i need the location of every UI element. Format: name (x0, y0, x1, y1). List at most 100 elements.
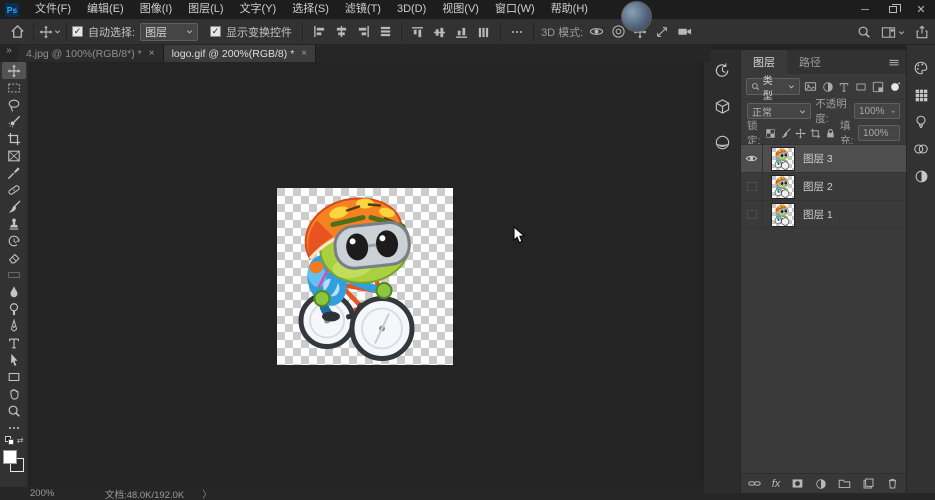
workspace-switcher-icon[interactable] (881, 25, 905, 40)
layer-thumbnail[interactable] (771, 202, 795, 227)
color-panel-icon[interactable] (911, 59, 931, 77)
search-icon[interactable] (857, 25, 871, 39)
panel-menu-icon[interactable] (888, 57, 900, 69)
auto-select-checkbox[interactable]: ✓ (72, 26, 83, 37)
path-selection-tool[interactable] (2, 351, 26, 368)
menu-filter[interactable]: 滤镜(T) (337, 0, 389, 19)
layer-row-1[interactable]: 图层 1 (741, 200, 906, 229)
align-left-icon[interactable] (308, 22, 330, 42)
blur-tool[interactable] (2, 283, 26, 300)
canvas-area[interactable] (29, 62, 703, 487)
filter-shape-layers-icon[interactable] (855, 79, 868, 94)
spot-healing-brush-tool[interactable] (2, 181, 26, 198)
menu-view[interactable]: 视图(V) (434, 0, 487, 19)
visibility-eye-icon[interactable] (741, 144, 763, 173)
pen-tool[interactable] (2, 317, 26, 334)
3d-orbit-icon[interactable] (585, 22, 607, 42)
zoom-tool[interactable] (2, 402, 26, 419)
minimize-button[interactable]: ─ (851, 0, 879, 19)
default-colors-icon[interactable]: ⇄ (4, 436, 24, 448)
delete-layer-icon[interactable] (886, 477, 899, 490)
home-icon[interactable] (6, 22, 28, 42)
gradient-tool[interactable] (2, 266, 26, 283)
brush-tool[interactable] (2, 198, 26, 215)
tab-layers[interactable]: 图层 (741, 50, 787, 74)
tab-paths[interactable]: 路径 (787, 50, 833, 74)
close-tab-icon[interactable]: × (149, 48, 155, 59)
swatches-panel-icon[interactable] (911, 86, 931, 104)
hand-tool[interactable] (2, 385, 26, 402)
libraries-panel-icon[interactable] (911, 140, 931, 158)
lock-image-pixels-icon[interactable] (780, 126, 791, 141)
align-right-icon[interactable] (352, 22, 374, 42)
restore-button[interactable] (879, 0, 907, 19)
eyedropper-tool[interactable] (2, 164, 26, 181)
layer-name[interactable]: 图层 3 (803, 151, 833, 166)
properties-panel-icon[interactable] (709, 130, 735, 154)
type-tool[interactable] (2, 334, 26, 351)
crop-tool[interactable] (2, 130, 26, 147)
move-tool[interactable] (1, 62, 26, 79)
align-bottom-icon[interactable] (452, 21, 472, 43)
eraser-tool[interactable] (2, 249, 26, 266)
visibility-toggle[interactable] (741, 172, 763, 201)
more-options-icon[interactable] (506, 22, 528, 42)
document-image[interactable] (277, 188, 453, 365)
menu-help[interactable]: 帮助(H) (543, 0, 596, 19)
layer-name[interactable]: 图层 2 (803, 179, 833, 194)
3d-slide-icon[interactable] (651, 22, 673, 42)
share-icon[interactable] (915, 25, 929, 39)
foreground-color-swatch[interactable] (2, 450, 17, 464)
swap-colors-icon[interactable]: ⇄ (17, 436, 24, 445)
dodge-tool[interactable] (2, 300, 26, 317)
blend-mode-dropdown[interactable]: 正常 (747, 103, 812, 119)
layer-thumbnail[interactable] (771, 146, 795, 171)
lock-position-icon[interactable] (795, 126, 806, 141)
rectangle-shape-tool[interactable] (2, 368, 26, 385)
toolbar-collapse-icon[interactable]: » (0, 45, 18, 62)
document-tab-logogif[interactable]: logo.gif @ 200%(RGB/8) * × (163, 45, 317, 62)
quick-selection-tool[interactable] (2, 113, 26, 130)
photoshop-logo-icon[interactable]: Ps (5, 2, 19, 17)
layer-row-2[interactable]: 图层 2 (741, 172, 906, 201)
lock-all-icon[interactable] (825, 126, 836, 141)
clone-stamp-tool[interactable] (2, 215, 26, 232)
show-transform-checkbox[interactable]: ✓ (210, 26, 222, 37)
close-tab-icon[interactable]: × (301, 48, 307, 59)
menu-type[interactable]: 文字(Y) (232, 0, 285, 19)
user-avatar[interactable] (621, 1, 652, 32)
edit-toolbar-icon[interactable] (2, 419, 26, 436)
3d-camera-icon[interactable] (673, 22, 695, 42)
document-tab-4jpg[interactable]: 4.jpg @ 100%(RGB/8*) * × (18, 45, 164, 62)
layer-row-3[interactable]: 图层 3 (741, 144, 906, 173)
filter-smart-objects-icon[interactable] (871, 79, 884, 94)
lock-transparent-pixels-icon[interactable] (765, 126, 776, 141)
lasso-tool[interactable] (2, 96, 26, 113)
distribute-vertical-icon[interactable] (374, 22, 396, 42)
layer-name[interactable]: 图层 1 (803, 207, 833, 222)
menu-window[interactable]: 窗口(W) (487, 0, 543, 19)
menu-3d[interactable]: 3D(D) (389, 0, 434, 19)
fill-value[interactable]: 100% (858, 125, 900, 141)
menu-select[interactable]: 选择(S) (284, 0, 337, 19)
filter-toggle-icon[interactable] (888, 79, 901, 94)
filter-pixel-layers-icon[interactable] (804, 79, 817, 94)
link-layers-icon[interactable] (748, 477, 761, 490)
layer-filter-dropdown[interactable]: 类型 (746, 76, 801, 102)
move-tool-option-icon[interactable] (39, 22, 61, 42)
filter-adjustment-layers-icon[interactable] (821, 79, 834, 94)
history-brush-tool[interactable] (2, 232, 26, 249)
adjustments-panel-icon[interactable] (911, 167, 931, 185)
status-options-chevron[interactable]: 〉 (202, 487, 212, 500)
new-group-icon[interactable] (838, 477, 851, 490)
new-layer-icon[interactable] (862, 477, 875, 490)
layer-thumbnail[interactable] (771, 174, 795, 199)
3d-panel-icon[interactable] (709, 94, 735, 118)
history-panel-icon[interactable] (709, 58, 735, 82)
frame-tool[interactable] (2, 147, 26, 164)
layer-style-fx-icon[interactable]: fx (772, 478, 781, 490)
align-middle-icon[interactable] (430, 21, 450, 43)
learn-panel-icon[interactable] (911, 113, 931, 131)
rectangular-marquee-tool[interactable] (2, 79, 26, 96)
adjustment-layer-icon[interactable] (815, 478, 827, 490)
